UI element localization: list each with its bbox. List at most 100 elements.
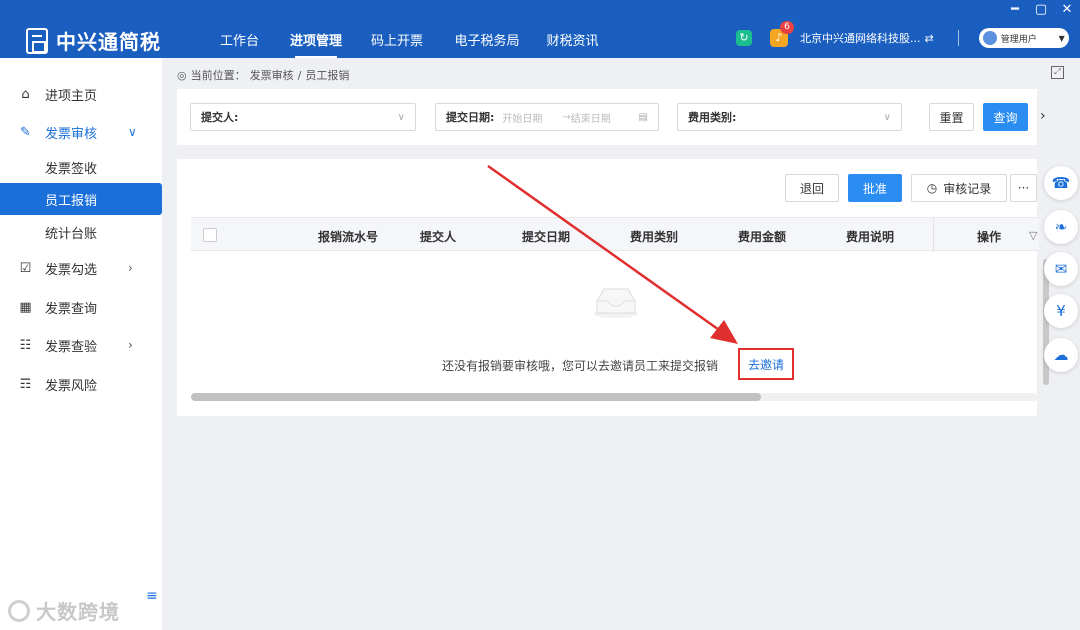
close-icon[interactable]: ✕ xyxy=(1060,2,1074,18)
sidebar-item-label: 发票签收 xyxy=(45,161,98,177)
fullscreen-icon[interactable]: ⤢ xyxy=(1051,66,1064,79)
nav-input-management[interactable]: 进项管理 xyxy=(277,30,355,58)
chevron-right-icon: › xyxy=(128,261,133,275)
col-submit-date: 提交日期 xyxy=(522,230,571,244)
wechat-icon[interactable]: ☁ xyxy=(1044,338,1078,372)
sidebar-item-home[interactable]: ⌂ 进项主页 xyxy=(0,78,162,110)
phone-icon[interactable]: ☎ xyxy=(1044,166,1078,200)
table-header: 报销流水号 提交人 提交日期 费用类别 费用金额 费用说明 操作 ▽ xyxy=(191,217,1039,252)
sidebar-item-invoice-review[interactable]: ✎ 发票审核 ∨ xyxy=(0,116,162,148)
select-all-checkbox[interactable] xyxy=(203,228,217,242)
headset-icon[interactable]: ❧ xyxy=(1044,210,1078,244)
sidebar-item-label: 员工报销 xyxy=(45,193,98,209)
more-actions-button[interactable]: ··· xyxy=(1010,174,1037,202)
submitter-label: 提交人: xyxy=(201,111,239,124)
chevron-down-icon: ∨ xyxy=(397,111,405,123)
nav-workbench[interactable]: 工作台 xyxy=(202,30,277,49)
col-serial-no: 报销流水号 xyxy=(318,230,379,244)
empty-box-icon xyxy=(594,288,638,318)
inspect-icon: ☷ xyxy=(19,337,32,353)
col-amount: 费用金额 xyxy=(738,230,787,244)
breadcrumb-separator: / xyxy=(297,68,302,82)
scrollbar-thumb[interactable] xyxy=(191,393,761,401)
nav-tax-news[interactable]: 财税资讯 xyxy=(535,30,610,49)
collapse-sidebar-icon[interactable]: ≡ xyxy=(146,588,158,604)
logo-icon xyxy=(26,27,48,54)
breadcrumb-parent[interactable]: 发票审核 xyxy=(250,67,294,83)
sidebar-item-invoice-risk[interactable]: ☶ 发票风险 xyxy=(0,368,162,400)
avatar xyxy=(982,31,997,45)
sidebar-item-invoice-receipt[interactable]: 发票签收 xyxy=(0,151,162,183)
date-start-input[interactable]: 开始日期 xyxy=(502,110,542,125)
bell-icon[interactable]: ♪ 6 xyxy=(770,21,794,47)
chart-icon: ☶ xyxy=(19,376,32,392)
sidebar-item-label: 统计台账 xyxy=(45,226,98,242)
sidebar-item-label: 发票审核 xyxy=(45,126,98,142)
sidebar-item-employee-reimbursement[interactable]: 员工报销 xyxy=(0,183,162,215)
window-controls: ━ ▢ ✕ xyxy=(1008,2,1074,18)
filter-bar: 提交人: ∨ 提交日期: 开始日期 → 结束日期 ▤ 费用类别: ∨ 重置 查询 xyxy=(177,89,1037,145)
column-divider xyxy=(933,218,934,252)
approve-button[interactable]: 批准 xyxy=(848,174,902,202)
calendar-icon: ▤ xyxy=(638,111,648,123)
nav-e-tax-bureau[interactable]: 电子税务局 xyxy=(439,30,535,49)
chevron-down-icon: ∨ xyxy=(128,125,137,139)
clock-icon: ◷ xyxy=(926,181,938,195)
sidebar: ⌂ 进项主页 ✎ 发票审核 ∨ 发票签收 员工报销 统计台账 ☑ 发票勾选 › … xyxy=(0,58,162,630)
top-bar: ━ ▢ ✕ 中兴通简税 工作台 进项管理 码上开票 电子税务局 财税资讯 ↻ ♪… xyxy=(0,0,1080,58)
sidebar-item-invoice-verify[interactable]: ☷ 发票查验 › xyxy=(0,329,162,361)
edit-icon: ✎ xyxy=(20,124,31,140)
empty-state-message: 还没有报销要审核哦，您可以去邀请员工来提交报销 xyxy=(442,359,719,373)
review-history-label: 审核记录 xyxy=(943,181,992,196)
chevron-right-icon[interactable]: › xyxy=(1040,108,1046,124)
caret-down-icon: ▼ xyxy=(1058,33,1065,43)
date-label: 提交日期: xyxy=(446,111,495,124)
col-operation: 操作 xyxy=(977,230,1002,244)
sidebar-item-statistics-ledger[interactable]: 统计台账 xyxy=(0,216,162,248)
invite-employee-link[interactable]: 去邀请 xyxy=(738,348,794,380)
user-name: 管理用户 xyxy=(1000,34,1037,45)
horizontal-scrollbar[interactable] xyxy=(191,393,1037,401)
home-icon: ⌂ xyxy=(21,86,30,102)
review-history-button[interactable]: ◷ 审核记录 xyxy=(911,174,1007,202)
nav-code-invoice[interactable]: 码上开票 xyxy=(355,30,439,49)
sidebar-item-label: 进项主页 xyxy=(45,88,98,104)
filter-icon[interactable]: ▽ xyxy=(1029,229,1037,242)
maximize-icon[interactable]: ▢ xyxy=(1034,2,1048,18)
submit-date-range[interactable]: 提交日期: 开始日期 → 结束日期 ▤ xyxy=(435,103,659,131)
company-name[interactable]: 北京中兴通网络科技股... xyxy=(800,30,921,46)
chevron-down-icon: ∨ xyxy=(883,111,891,123)
location-icon: ◎ xyxy=(177,68,187,82)
submitter-select[interactable]: 提交人: ∨ xyxy=(190,103,416,131)
user-menu[interactable]: 管理用户 ▼ xyxy=(978,28,1069,48)
checkbox-icon: ☑ xyxy=(19,260,32,276)
coin-icon[interactable]: ¥ xyxy=(1044,294,1078,328)
reimbursement-panel: 退回 批准 ◷ 审核记录 ··· 报销流水号 提交人 提交日期 费用类别 费用金… xyxy=(177,159,1049,416)
date-end-input[interactable]: 结束日期 xyxy=(571,110,611,125)
refresh-icon[interactable]: ↻ xyxy=(736,30,752,46)
sidebar-item-label: 发票风险 xyxy=(45,378,98,394)
breadcrumb-current: 员工报销 xyxy=(305,69,350,82)
reset-button[interactable]: 重置 xyxy=(929,103,974,131)
watermark-logo-icon xyxy=(8,599,30,622)
category-select[interactable]: 费用类别: ∨ xyxy=(677,103,902,131)
sidebar-item-invoice-query[interactable]: ▦ 发票查询 xyxy=(0,291,162,323)
watermark-text: 大数跨境 xyxy=(36,600,120,624)
col-submitter: 提交人 xyxy=(420,230,457,244)
breadcrumb: ◎ 当前位置： 发票审核 / 员工报销 xyxy=(177,67,349,83)
grid-icon: ▦ xyxy=(19,299,32,315)
category-label: 费用类别: xyxy=(688,111,737,124)
sidebar-item-invoice-select[interactable]: ☑ 发票勾选 › xyxy=(0,252,162,284)
brand-logo: 中兴通简税 xyxy=(26,26,161,55)
breadcrumb-prefix: 当前位置： xyxy=(190,69,246,82)
sidebar-item-label: 发票查验 xyxy=(45,339,98,355)
notification-badge: 6 xyxy=(780,21,794,34)
minimize-icon[interactable]: ━ xyxy=(1008,2,1022,18)
chat-icon[interactable]: ✉ xyxy=(1044,252,1078,286)
query-button[interactable]: 查询 xyxy=(983,103,1028,131)
return-button[interactable]: 退回 xyxy=(785,174,839,202)
main-nav: 工作台 进项管理 码上开票 电子税务局 财税资讯 xyxy=(202,30,610,58)
header-divider xyxy=(957,30,959,46)
brand-name: 中兴通简税 xyxy=(56,30,161,54)
switch-company-icon[interactable]: ⇄ xyxy=(925,32,934,45)
